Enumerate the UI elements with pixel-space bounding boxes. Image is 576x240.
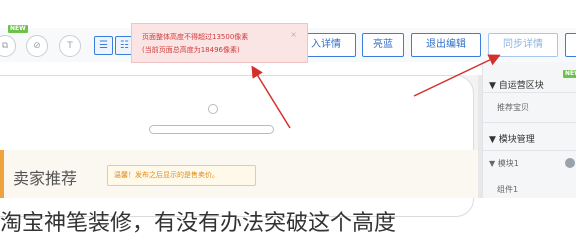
annotation-arrows [251,54,501,129]
arrow-to-tooltip [251,65,291,129]
arrow-to-sync-button [413,54,501,97]
